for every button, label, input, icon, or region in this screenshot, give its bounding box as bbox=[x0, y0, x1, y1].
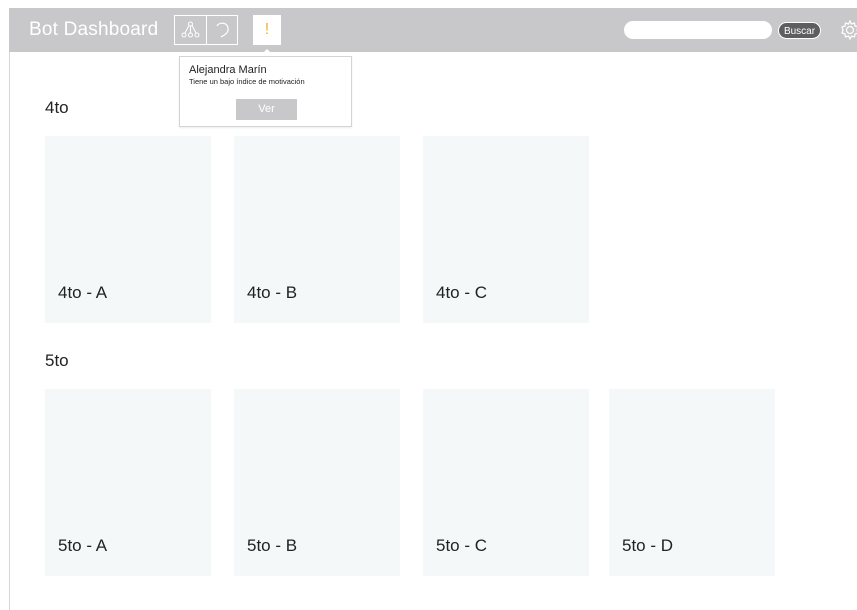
class-card-5to-a[interactable]: 5to - A bbox=[45, 389, 211, 576]
card-label: 4to - C bbox=[436, 283, 488, 302]
notification-popover: Alejandra Marín Tiene un bajo índice de … bbox=[179, 56, 352, 127]
network-icon bbox=[181, 21, 200, 38]
search-button[interactable]: Buscar bbox=[778, 22, 821, 39]
card-label: 4to - A bbox=[58, 283, 108, 302]
card-label: 5to - B bbox=[247, 536, 298, 555]
class-card-5to-b[interactable]: 5to - B bbox=[234, 389, 400, 576]
toolbar-icon-group bbox=[174, 15, 238, 45]
network-button[interactable] bbox=[175, 16, 206, 44]
left-divider bbox=[9, 52, 10, 610]
notification-student-name: Alejandra Marín bbox=[189, 64, 267, 76]
refresh-button[interactable] bbox=[207, 16, 238, 44]
notification-message: Tiene un bajo índice de motivación bbox=[189, 77, 305, 86]
class-card-4to-c[interactable]: 4to - C bbox=[423, 136, 589, 323]
card-label: 4to - B bbox=[247, 283, 298, 302]
class-card-4to-b[interactable]: 4to - B bbox=[234, 136, 400, 323]
gear-icon bbox=[841, 19, 857, 41]
section-title-4to: 4to bbox=[45, 98, 69, 117]
card-label: 5to - C bbox=[436, 536, 488, 555]
app-title: Bot Dashboard bbox=[29, 19, 159, 40]
class-card-5to-d[interactable]: 5to - D bbox=[609, 389, 775, 576]
top-bar: Bot Dashboard ! Buscar bbox=[9, 8, 857, 52]
class-card-5to-c[interactable]: 5to - C bbox=[423, 389, 589, 576]
view-button[interactable]: Ver bbox=[236, 99, 297, 120]
section-title-5to: 5to bbox=[45, 351, 69, 370]
popover-arrow bbox=[260, 49, 274, 56]
refresh-icon bbox=[216, 22, 229, 38]
alert-button[interactable]: ! bbox=[253, 15, 281, 45]
alert-icon: ! bbox=[264, 21, 270, 38]
search-input[interactable] bbox=[624, 21, 772, 39]
settings-button[interactable] bbox=[839, 19, 857, 41]
card-label: 5to - A bbox=[58, 536, 108, 555]
dashboard-page: Bot Dashboard ! Buscar Alejandra Marín T… bbox=[0, 0, 857, 610]
class-card-4to-a[interactable]: 4to - A bbox=[45, 136, 211, 323]
card-label: 5to - D bbox=[622, 536, 674, 555]
